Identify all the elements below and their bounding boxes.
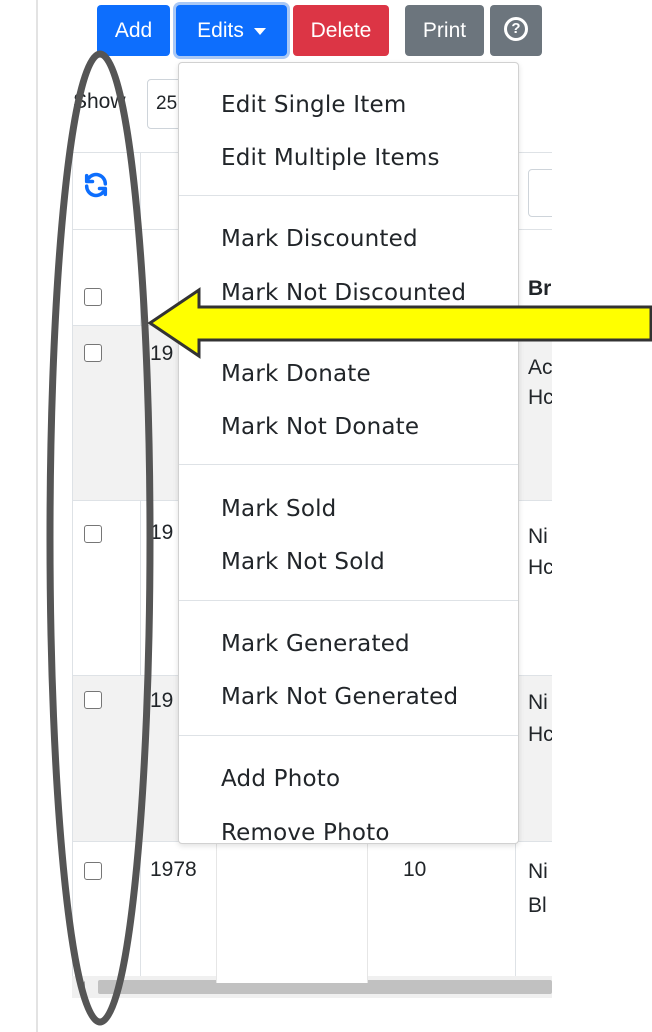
menu-divider [179, 600, 518, 601]
row-checkbox[interactable] [84, 344, 102, 362]
page-left-border [36, 0, 38, 1032]
row-checkbox[interactable] [84, 862, 102, 880]
dropdown-overflow-panel [216, 843, 368, 983]
brand-cell-line2: Hc [528, 556, 552, 579]
edits-button-label: Edits [197, 19, 244, 42]
brand-cell-line1: Ni [528, 860, 548, 883]
question-circle-icon: ? [504, 17, 528, 42]
menu-item-edit-single-item[interactable]: Edit Single Item [179, 80, 518, 130]
column-filter-input[interactable] [528, 169, 552, 217]
row-checkbox[interactable] [84, 691, 102, 709]
brand-cell-line1: Ni [528, 525, 548, 548]
menu-item-mark-not-discounted[interactable]: Mark Not Discounted [179, 268, 518, 318]
menu-item-mark-discounted[interactable]: Mark Discounted [179, 214, 518, 264]
help-button[interactable]: ? [490, 5, 542, 56]
menu-item-edit-multiple-items[interactable]: Edit Multiple Items [179, 133, 518, 183]
edits-dropdown-menu: Edit Single Item Edit Multiple Items Mar… [178, 62, 519, 846]
menu-item-mark-not-generated[interactable]: Mark Not Generated [179, 672, 518, 722]
print-button[interactable]: Print [405, 5, 484, 56]
scroll-left-icon[interactable] [78, 981, 85, 993]
menu-item-mark-not-sold[interactable]: Mark Not Sold [179, 537, 518, 587]
menu-item-add-photo[interactable]: Add Photo [179, 754, 518, 804]
edits-dropdown-button[interactable]: Edits [176, 5, 287, 56]
menu-item-mark-sold[interactable]: Mark Sold [179, 484, 518, 534]
menu-divider [179, 195, 518, 196]
menu-item-mark-generated[interactable]: Mark Generated [179, 619, 518, 669]
menu-item-remove-photo[interactable]: Remove Photo [179, 808, 518, 858]
brand-cell-line2: Bl [528, 894, 547, 917]
delete-button[interactable]: Delete [293, 5, 389, 56]
row-checkbox[interactable] [84, 525, 102, 543]
brand-cell-line1: Ni [528, 691, 548, 714]
brand-cell-line2: Hc [528, 386, 552, 409]
select-all-checkbox[interactable] [84, 288, 102, 306]
quantity-cell: 10 [403, 858, 427, 881]
year-cell: 19 [150, 342, 174, 365]
show-entries-label: Show [73, 90, 126, 113]
menu-divider [179, 735, 518, 736]
caret-down-icon [253, 27, 266, 35]
year-cell: 19 [150, 521, 174, 544]
menu-item-mark-not-donate[interactable]: Mark Not Donate [179, 402, 518, 452]
menu-divider [179, 464, 518, 465]
menu-item-mark-donate[interactable]: Mark Donate [179, 349, 518, 399]
refresh-icon[interactable] [82, 171, 110, 199]
brand-cell-line2: Hc [528, 723, 552, 746]
brand-cell-line1: Ac [528, 356, 552, 379]
menu-divider [179, 329, 518, 330]
add-button[interactable]: Add [97, 5, 170, 56]
year-cell: 19 [150, 689, 174, 712]
brand-column-header[interactable]: Br [528, 277, 551, 301]
year-cell: 1978 [150, 858, 197, 881]
